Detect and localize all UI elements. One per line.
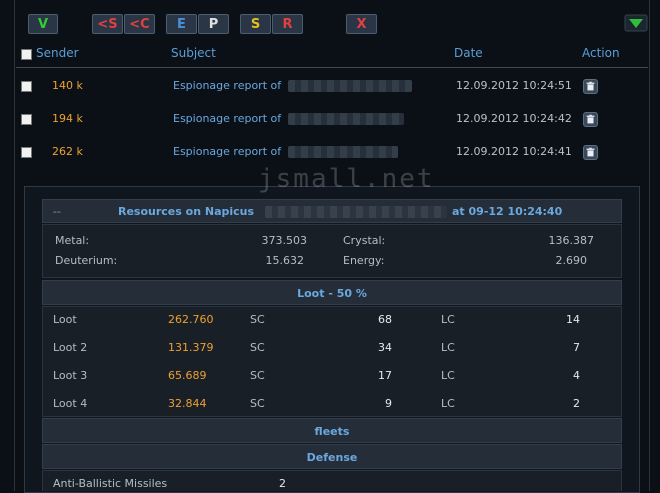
- metal-value: 373.503: [261, 234, 308, 247]
- loot-sc: 9: [385, 397, 392, 410]
- loot-label: Loot 3: [53, 369, 88, 382]
- loot-lc: 2: [573, 397, 580, 410]
- loot-lc-label: LC: [441, 369, 455, 382]
- trash-icon[interactable]: [583, 145, 598, 160]
- message-date: 12.09.2012 10:24:51: [456, 79, 572, 92]
- report-title-bar: -- Resources on Napicus at 09-12 10:24:4…: [42, 199, 622, 223]
- redacted-planet-name: [288, 80, 412, 92]
- crystal-label: Crystal:: [343, 234, 386, 247]
- message-checkbox[interactable]: [21, 81, 32, 92]
- filter-button-3[interactable]: E: [166, 14, 197, 34]
- sender-column-header[interactable]: Sender: [36, 46, 79, 60]
- loot-lc: 7: [573, 341, 580, 354]
- trash-icon[interactable]: [583, 79, 598, 94]
- filter-button-1[interactable]: <S: [92, 14, 123, 34]
- watermark: jsmall.net: [258, 164, 435, 194]
- resources-panel: [42, 224, 622, 278]
- crystal-value: 136.387: [548, 234, 595, 247]
- filter-button-5[interactable]: S: [240, 14, 271, 34]
- message-sender: 262 k: [52, 145, 83, 158]
- subject-column-header[interactable]: Subject: [171, 46, 216, 60]
- deuterium-value: 15.632: [265, 254, 305, 267]
- select-all-checkbox[interactable]: [21, 49, 32, 60]
- loot-sc-label: SC: [250, 341, 265, 354]
- filter-button-6[interactable]: R: [272, 14, 303, 34]
- loot-sc: 34: [378, 341, 392, 354]
- loot-sc-label: SC: [250, 369, 265, 382]
- message-sender: 194 k: [52, 112, 83, 125]
- filter-button-0[interactable]: V: [28, 14, 58, 34]
- redacted-planet-name: [288, 146, 398, 158]
- metal-label: Metal:: [55, 234, 90, 247]
- loot-label: Loot: [53, 313, 77, 326]
- filter-button-2[interactable]: <C: [124, 14, 155, 34]
- loot-lc: 14: [566, 313, 580, 326]
- message-sender: 140 k: [52, 79, 83, 92]
- loot-value: 32.844: [168, 397, 207, 410]
- loot-sc-label: SC: [250, 397, 265, 410]
- message-date: 12.09.2012 10:24:41: [456, 145, 572, 158]
- loot-lc-label: LC: [441, 313, 455, 326]
- fleets-header-bar: fleets: [42, 418, 622, 443]
- message-subject[interactable]: Espionage report of: [173, 112, 281, 125]
- action-column-header: Action: [582, 46, 620, 60]
- loot-lc: 4: [573, 369, 580, 382]
- header-divider: [16, 67, 648, 68]
- filter-button-4[interactable]: P: [198, 14, 229, 34]
- loot-header-bar: Loot - 50 %: [42, 280, 622, 305]
- loot-value: 65.689: [168, 369, 207, 382]
- message-checkbox[interactable]: [21, 147, 32, 158]
- loot-lc-label: LC: [441, 341, 455, 354]
- filter-button-7[interactable]: X: [346, 14, 377, 34]
- redacted-coordinates: [265, 206, 447, 218]
- message-checkbox[interactable]: [21, 114, 32, 125]
- message-date: 12.09.2012 10:24:42: [456, 112, 572, 125]
- report-title-prefix: Resources on Napicus: [118, 205, 255, 218]
- loot-value: 262.760: [168, 313, 214, 326]
- energy-label: Energy:: [343, 254, 385, 267]
- defense-item-count: 2: [279, 477, 286, 490]
- defense-header-bar: Defense: [42, 444, 622, 469]
- deuterium-label: Deuterium:: [55, 254, 118, 267]
- loot-value: 131.379: [168, 341, 214, 354]
- collapse-arrow-icon[interactable]: [624, 14, 648, 32]
- energy-value: 2.690: [555, 254, 588, 267]
- date-column-header[interactable]: Date: [454, 46, 483, 60]
- loot-sc: 68: [378, 313, 392, 326]
- report-dash: --: [53, 205, 61, 218]
- trash-icon[interactable]: [583, 112, 598, 127]
- report-title-suffix: at 09-12 10:24:40: [452, 205, 563, 218]
- defense-item-name: Anti-Ballistic Missiles: [53, 477, 168, 490]
- message-subject[interactable]: Espionage report of: [173, 145, 281, 158]
- loot-label: Loot 4: [53, 397, 88, 410]
- loot-sc: 17: [378, 369, 392, 382]
- redacted-planet-name: [288, 113, 404, 125]
- loot-label: Loot 2: [53, 341, 88, 354]
- message-subject[interactable]: Espionage report of: [173, 79, 281, 92]
- loot-sc-label: SC: [250, 313, 265, 326]
- loot-lc-label: LC: [441, 397, 455, 410]
